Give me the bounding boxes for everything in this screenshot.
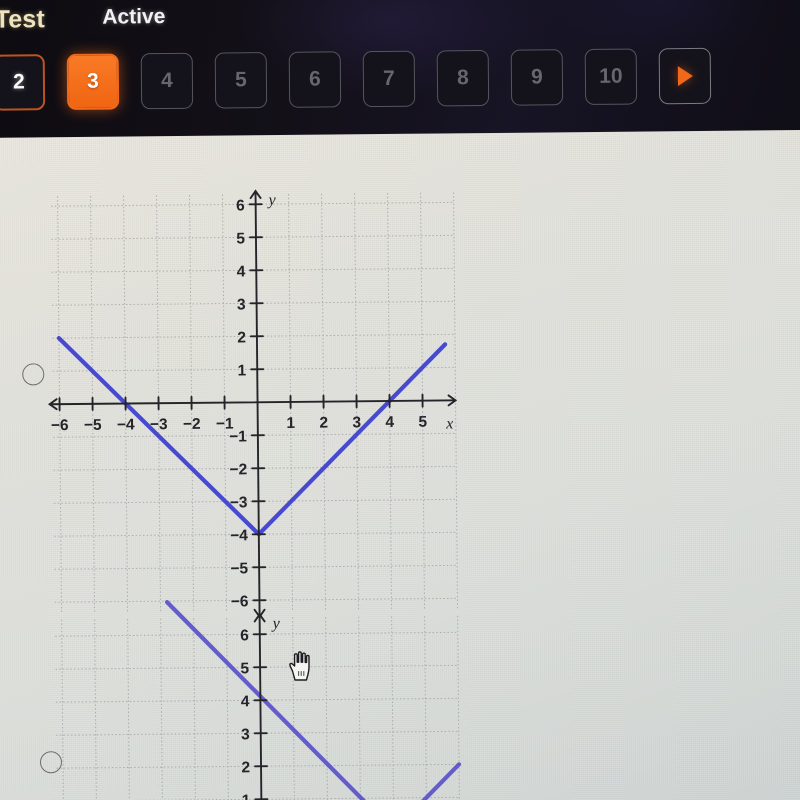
question-button-8[interactable]: 8	[436, 49, 490, 107]
question-button-label: 8	[456, 66, 469, 90]
plot-svg: 6 5 4 3 2 1 y 6 5 4 3	[55, 600, 462, 800]
svg-text:6: 6	[236, 197, 245, 214]
svg-text:2: 2	[319, 415, 328, 432]
play-arrow-icon	[677, 65, 693, 87]
curve-y = |x - 4|	[164, 600, 462, 800]
question-button-label: 4	[160, 68, 173, 93]
svg-text:5: 5	[236, 230, 245, 247]
question-button-label: 10	[599, 64, 623, 88]
question-button-label: 2	[12, 70, 25, 94]
svg-text:4: 4	[237, 263, 246, 280]
svg-text:5: 5	[240, 660, 249, 677]
svg-text:−3: −3	[150, 416, 168, 433]
svg-text:2: 2	[237, 329, 246, 346]
question-button-label: 7	[382, 66, 395, 90]
next-question-button[interactable]	[658, 47, 712, 105]
radio-button-option-a[interactable]	[22, 363, 45, 386]
svg-text:3: 3	[352, 414, 361, 431]
svg-text:3: 3	[241, 726, 250, 743]
axis-tick-labels: 6 5 4 3 2 1	[240, 627, 251, 800]
graph-option-b: 6 5 4 3 2 1 y 6 5 4 3	[54, 585, 526, 800]
x-axis-label: x	[445, 415, 453, 432]
question-button-2[interactable]: 2	[0, 54, 46, 111]
question-button-3[interactable]: 3	[66, 53, 120, 110]
status-badge: Active	[102, 5, 166, 29]
svg-text:5: 5	[418, 414, 427, 431]
question-button-6[interactable]: 6	[288, 51, 342, 108]
svg-text:4: 4	[241, 693, 250, 710]
screen-photo: nit Test Active 1 2 3 4 5 6 7 8 9 10 −6 −5 −4 −3 −2 −1…	[0, 0, 800, 800]
svg-text:−6: −6	[51, 417, 69, 434]
axes	[48, 189, 458, 619]
question-content-page: −6 −5 −4 −3 −2 −1 1 2 3 4 5 6 5 4 3 2 1 −1 −2 −3 −4 −5 −6 x y 65…	[0, 129, 800, 800]
question-button-10[interactable]: 10	[584, 48, 638, 106]
svg-text:4: 4	[385, 414, 394, 431]
answer-option-a[interactable]: −6 −5 −4 −3 −2 −1 1 2 3 4 5 6 5 4 3 2 1 −1 −2 −3 −4 −5 −6 x y	[0, 154, 557, 619]
answer-option-b[interactable]: 6 5 4 3 2 1 y 6 5 4 3	[0, 584, 559, 800]
graph-option-a: −6 −5 −4 −3 −2 −1 1 2 3 4 5 6 5 4 3 2 1 −1 −2 −3 −4 −5 −6 x y	[48, 155, 524, 619]
question-button-5[interactable]: 5	[214, 52, 268, 109]
svg-text:−1: −1	[229, 428, 247, 445]
axes	[253, 612, 266, 800]
question-button-label: 5	[234, 68, 247, 92]
question-button-7[interactable]: 7	[362, 50, 416, 108]
svg-text:−2: −2	[183, 416, 201, 433]
y-axis-label: y	[267, 192, 277, 209]
svg-text:−5: −5	[84, 417, 102, 434]
svg-text:1: 1	[286, 415, 295, 432]
question-button-label: 6	[308, 67, 321, 91]
svg-text:−2: −2	[229, 461, 247, 478]
y-axis-label: y	[271, 615, 281, 632]
svg-text:3: 3	[237, 296, 246, 313]
question-button-label: 3	[86, 69, 99, 93]
svg-text:−4: −4	[117, 416, 135, 433]
svg-text:6: 6	[240, 627, 249, 644]
pointing-hand-cursor	[289, 651, 310, 681]
header-title-row: nit Test Active	[0, 0, 800, 42]
question-button-9[interactable]: 9	[510, 49, 564, 106]
svg-text:−5: −5	[230, 560, 248, 577]
svg-text:2: 2	[241, 759, 250, 776]
svg-text:1: 1	[238, 362, 247, 379]
svg-text:−4: −4	[230, 527, 248, 544]
svg-text:−3: −3	[230, 494, 248, 511]
page-title: nit Test	[0, 5, 46, 34]
plot-svg: −6 −5 −4 −3 −2 −1 1 2 3 4 5654321−1−2−3−4−5−6xy	[48, 189, 459, 619]
question-button-4[interactable]: 4	[140, 52, 194, 110]
svg-text:1: 1	[242, 792, 251, 800]
question-pager[interactable]: 12345678910	[0, 47, 733, 113]
grid-lines	[55, 615, 461, 800]
question-button-label: 9	[530, 65, 543, 89]
